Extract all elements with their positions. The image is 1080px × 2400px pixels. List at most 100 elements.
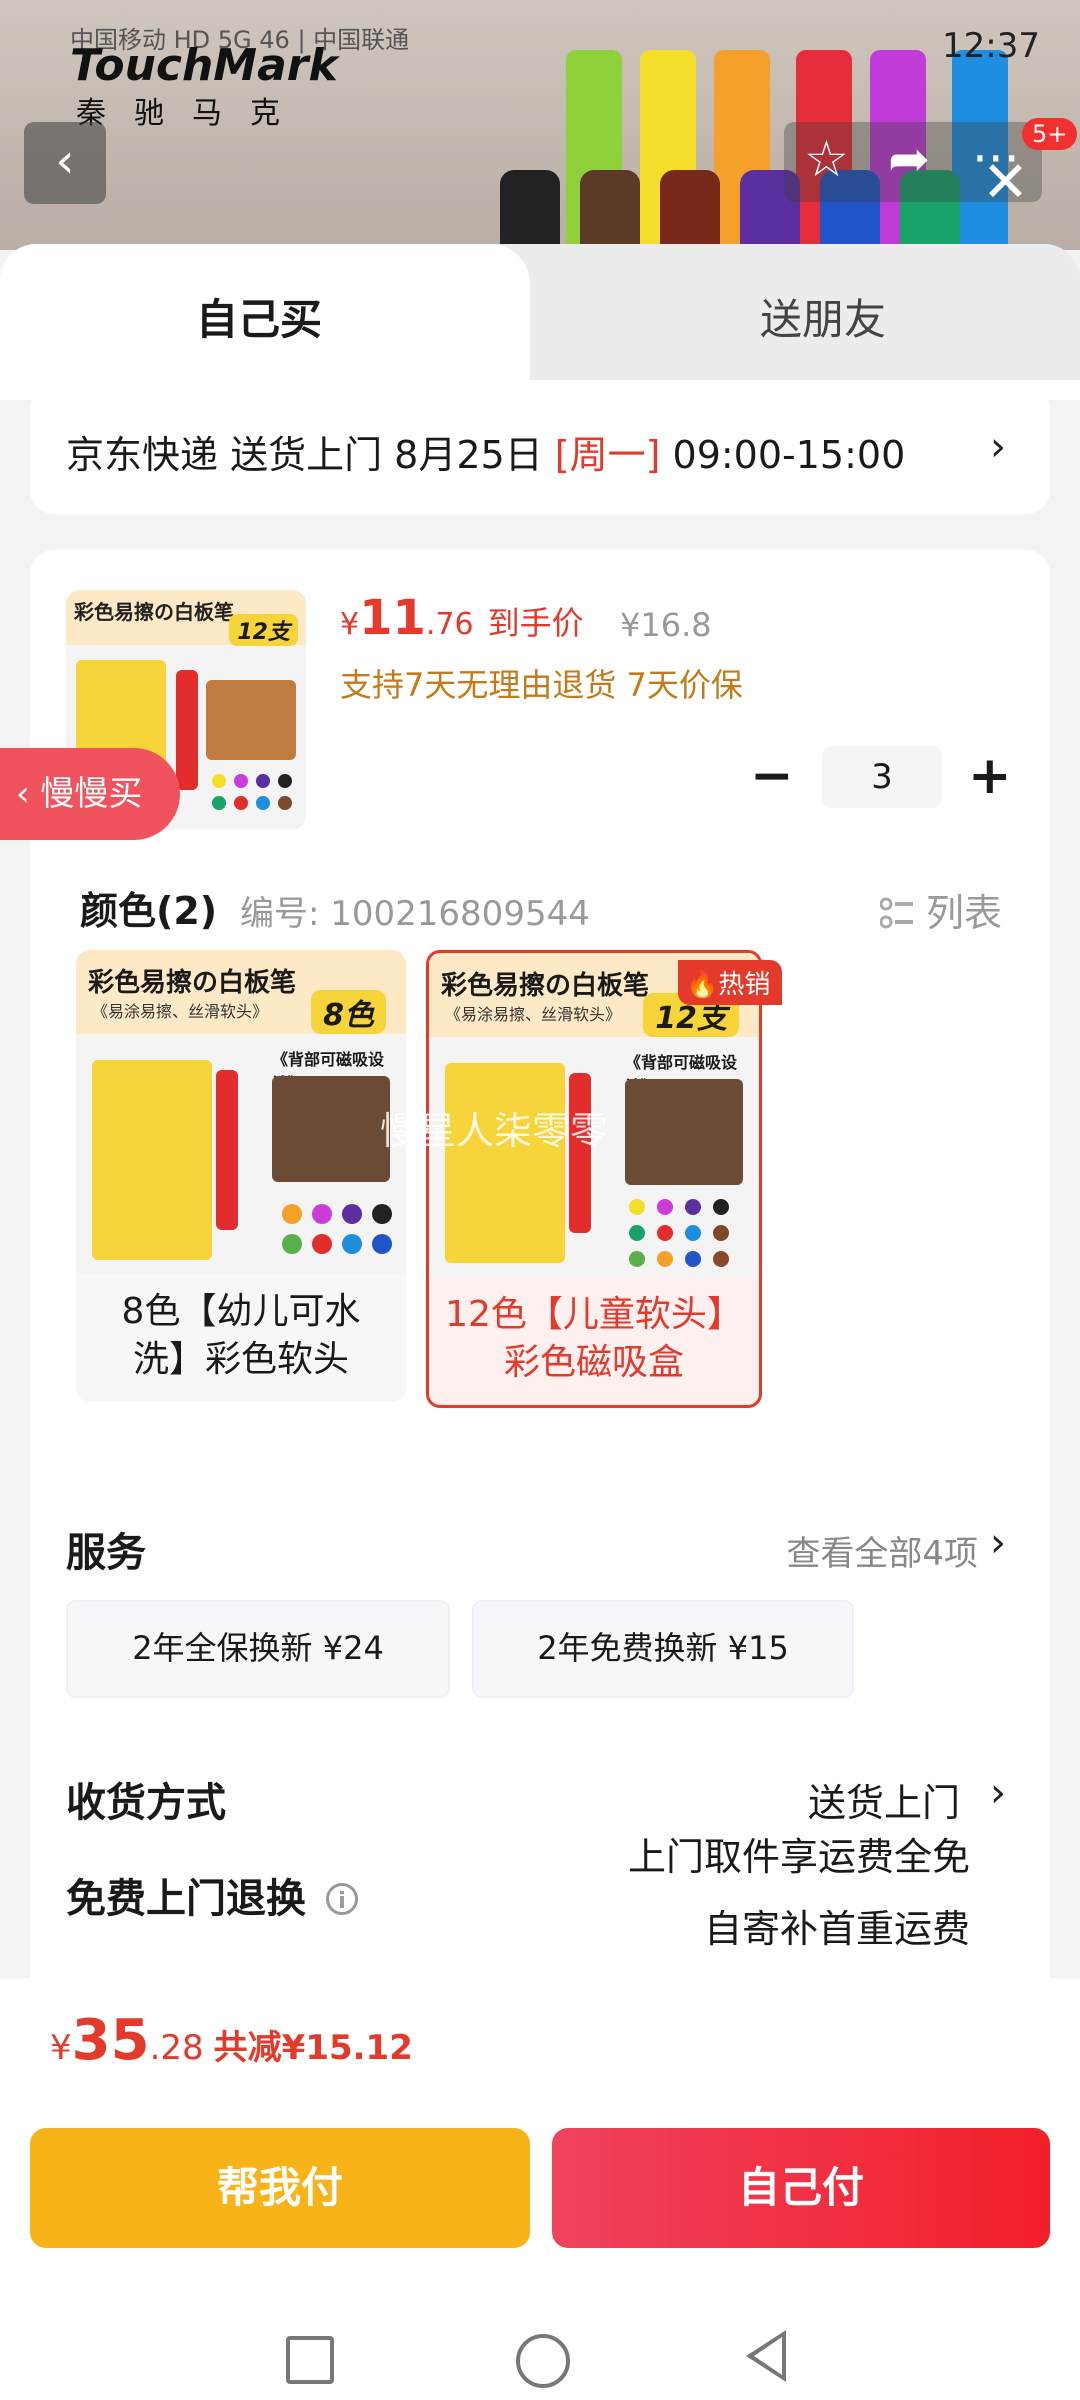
list-label: 列表 [925, 891, 1002, 935]
service-chip-free-replace[interactable]: 2年免费换新 ¥15 [472, 1600, 854, 1698]
list-icon [879, 897, 913, 929]
delivery-weekday: [周一] [554, 433, 661, 477]
color-dot [234, 796, 248, 810]
total-integer: 35 [71, 2008, 150, 2073]
price-integer: 11 [359, 590, 426, 646]
pen-cap [660, 170, 720, 250]
total-decimal: .28 [149, 2028, 204, 2068]
color-dot [372, 1204, 392, 1224]
variant-image: 彩色易擦の白板笔 《易涂易擦、丝滑软头》 8色 《背部可磁吸设计》 [76, 950, 406, 1274]
tab-gift-label: 送朋友 [760, 295, 887, 344]
price-currency: ¥ [340, 607, 360, 642]
total-price: ¥35.28 共减¥15.12 [50, 2008, 413, 2073]
color-dot [657, 1225, 673, 1241]
chevron-right-icon: › [990, 1520, 1006, 1566]
board-image [272, 1076, 390, 1182]
clock: 12:37 [942, 26, 1040, 66]
color-dot [278, 796, 292, 810]
box-image [92, 1060, 212, 1260]
original-price: ¥16.8 [620, 606, 712, 644]
message-badge: 5+ [1022, 118, 1078, 150]
delivery-desc: 京东快递 送货上门 8月25日 [66, 433, 555, 477]
returns-line1: 上门取件享运费全免 [627, 1835, 970, 1879]
total-discount: 共减¥15.12 [213, 2028, 413, 2068]
board-image [625, 1079, 743, 1185]
color-dot [657, 1199, 673, 1215]
delivery-row[interactable]: 京东快递 送货上门 8月25日 [周一] 09:00-15:00 › [30, 384, 1050, 514]
delivery-time: 09:00-15:00 [660, 433, 906, 477]
tab-buy-self[interactable]: 自己买 [0, 244, 530, 380]
final-price: ¥11.76 到手价 [340, 590, 584, 646]
color-dot [212, 774, 226, 788]
variant-label-line2: 洗】彩色软头 [132, 1339, 349, 1380]
color-dot [713, 1251, 729, 1267]
star-icon[interactable]: ☆ [804, 130, 849, 188]
services-title: 服务 [66, 1530, 146, 1576]
back-button[interactable]: ‹ [24, 122, 106, 204]
returns-title: 免费上门退换 i [66, 1866, 358, 1924]
variant-image-sub: 《易涂易擦、丝滑软头》 [445, 1005, 622, 1024]
system-nav-bar [0, 2290, 1080, 2400]
help-pay-button[interactable]: 帮我付 [30, 2128, 530, 2248]
color-dot [713, 1225, 729, 1241]
tab-self-label: 自己买 [196, 295, 323, 344]
quantity-input[interactable]: 3 [822, 746, 942, 808]
watermark: 慢星人柒零零 [380, 1109, 609, 1153]
sku-number: 编号: 100216809544 [240, 894, 590, 934]
color-dot [282, 1204, 302, 1224]
list-view-toggle[interactable]: 列表 [879, 882, 1002, 937]
close-icon[interactable]: ✕ [982, 150, 1029, 215]
variant-label: 8色【幼儿可水 洗】彩色软头 [76, 1288, 406, 1384]
quantity-decrease-button[interactable]: − [750, 746, 794, 806]
color-dot [282, 1234, 302, 1254]
color-dot [685, 1199, 701, 1215]
variant-label: 12色【儿童软头】 彩色磁吸盒 [429, 1291, 759, 1387]
color-dot [685, 1225, 701, 1241]
color-dot [629, 1251, 645, 1267]
share-icon[interactable]: ➦ [888, 130, 930, 188]
variant-label-line1: 8色【幼儿可水 [121, 1291, 361, 1332]
color-section-title: 颜色(2) [80, 889, 218, 933]
color-dot [256, 774, 270, 788]
delivery-text: 京东快递 送货上门 8月25日 [周一] 09:00-15:00 [66, 424, 905, 479]
chevron-right-icon: › [990, 1770, 1006, 1816]
price-decimal: .76 [425, 607, 474, 642]
chevron-right-icon: › [990, 424, 1006, 470]
color-dot [212, 796, 226, 810]
home-button[interactable] [516, 2334, 570, 2388]
service-chip-full-protection[interactable]: 2年全保换新 ¥24 [66, 1600, 450, 1698]
color-dot [342, 1204, 362, 1224]
flame-icon: 🔥 [686, 970, 719, 1000]
color-dot [234, 774, 248, 788]
marker-image [216, 1070, 238, 1230]
shipping-value[interactable]: 送货上门 [808, 1772, 960, 1827]
services-view-all[interactable]: 查看全部4项 [786, 1526, 978, 1575]
variant-image-title: 彩色易擦の白板笔 [88, 968, 297, 998]
returns-label: 免费上门退换 [66, 1876, 306, 1922]
returns-line2: 自寄补首重运费 [703, 1907, 970, 1951]
color-dot [256, 796, 270, 810]
color-dot [685, 1251, 701, 1267]
info-icon[interactable]: i [326, 1883, 358, 1915]
back-nav-button[interactable] [746, 2330, 786, 2382]
tab-bar: 送朋友 自己买 [0, 244, 1080, 380]
color-dot [657, 1251, 673, 1267]
marker-image [176, 670, 198, 790]
color-dot [278, 774, 292, 788]
price-label: 到手价 [487, 604, 584, 642]
pen-cap [500, 170, 560, 250]
variant-label-line1: 12色【儿童软头】 [445, 1294, 743, 1335]
slow-buy-tab[interactable]: ‹ 慢慢买 [0, 748, 180, 840]
recent-apps-button[interactable] [286, 2336, 334, 2384]
total-currency: ¥ [50, 2028, 72, 2068]
self-pay-button[interactable]: 自己付 [552, 2128, 1050, 2248]
color-dot [342, 1234, 362, 1254]
view-all-label: 查看全部4项 [786, 1534, 978, 1574]
shipping-title: 收货方式 [66, 1780, 226, 1826]
color-dot [713, 1199, 729, 1215]
thumb-tag: 12支 [229, 614, 298, 646]
color-dot [372, 1234, 392, 1254]
variant-8-colors[interactable]: 彩色易擦の白板笔 《易涂易擦、丝滑软头》 8色 《背部可磁吸设计》 8色【幼儿可… [76, 950, 406, 1402]
variant-12-colors[interactable]: 彩色易擦の白板笔 《易涂易擦、丝滑软头》 12支 《背部可磁吸设计》 [426, 950, 762, 1408]
quantity-increase-button[interactable]: + [968, 746, 1012, 806]
